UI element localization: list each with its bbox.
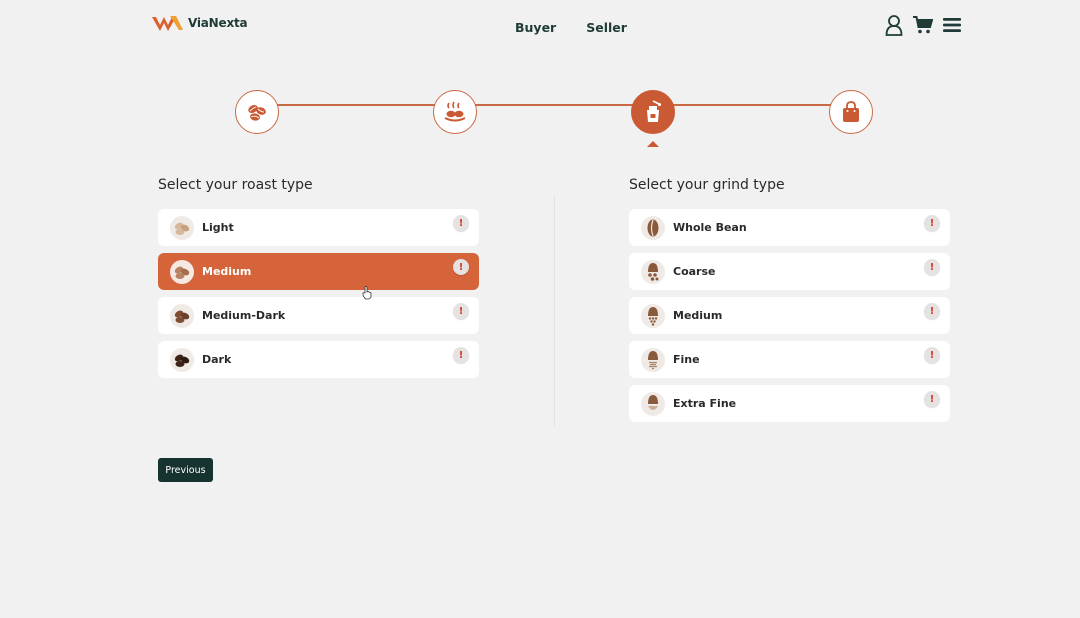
option-label: Whole Bean [673, 221, 747, 234]
info-icon[interactable]: ! [453, 347, 469, 363]
stepper-line [257, 104, 851, 106]
roast-option-dark[interactable]: Dark ! [158, 341, 479, 378]
grind-options: Whole Bean ! Coarse ! Medium ! Fine ! Ex… [629, 209, 950, 422]
brand-logo[interactable]: ViaNexta [152, 14, 248, 32]
grind-option-coarse[interactable]: Coarse ! [629, 253, 950, 290]
step-roast[interactable] [433, 90, 477, 134]
header-actions [885, 14, 961, 36]
grind-option-medium[interactable]: Medium ! [629, 297, 950, 334]
info-icon[interactable]: ! [924, 215, 940, 231]
cart-icon[interactable] [913, 16, 933, 34]
info-icon[interactable]: ! [453, 215, 469, 231]
info-icon[interactable]: ! [924, 259, 940, 275]
grinder-icon [647, 100, 661, 122]
dark-roast-icon [170, 347, 194, 372]
option-label: Medium [202, 265, 252, 278]
step-checkout[interactable] [829, 90, 873, 134]
medium-roast-icon [170, 259, 194, 284]
roast-option-medium[interactable]: Medium ! [158, 253, 479, 290]
medium-dark-roast-icon [170, 303, 194, 328]
info-icon[interactable]: ! [924, 347, 940, 363]
option-label: Dark [202, 353, 232, 366]
nav-seller[interactable]: Seller [586, 20, 627, 35]
brand-name: ViaNexta [188, 16, 248, 30]
light-roast-icon [170, 215, 194, 240]
column-divider [554, 196, 555, 426]
roast-option-medium-dark[interactable]: Medium-Dark ! [158, 297, 479, 334]
order-stepper [235, 90, 873, 150]
option-label: Medium-Dark [202, 309, 286, 322]
hand-cursor-icon [362, 286, 372, 300]
roasting-icon [444, 101, 466, 122]
roast-option-light[interactable]: Light ! [158, 209, 479, 246]
menu-icon[interactable] [943, 17, 961, 33]
info-icon[interactable]: ! [924, 303, 940, 319]
grind-option-fine[interactable]: Fine ! [629, 341, 950, 378]
previous-button[interactable]: Previous [158, 458, 213, 482]
grind-option-extra-fine[interactable]: Extra Fine ! [629, 385, 950, 422]
step-beans[interactable] [235, 90, 279, 134]
fine-grind-icon [641, 347, 665, 372]
option-label: Medium [673, 309, 723, 322]
roast-options: Light ! Medium ! Medium-Dark ! Dark ! [158, 209, 479, 378]
option-label: Fine [673, 353, 700, 366]
info-icon[interactable]: ! [453, 303, 469, 319]
roast-title: Select your roast type [158, 177, 313, 193]
step-grind[interactable] [631, 90, 675, 134]
coarse-grind-icon [641, 259, 665, 284]
whole-bean-icon [641, 215, 665, 240]
info-icon[interactable]: ! [924, 391, 940, 407]
grind-title: Select your grind type [629, 177, 785, 193]
nav-buyer[interactable]: Buyer [515, 20, 556, 35]
info-icon[interactable]: ! [453, 259, 469, 275]
user-icon[interactable] [885, 14, 903, 36]
option-label: Light [202, 221, 234, 234]
active-step-pointer [647, 141, 659, 147]
coffee-beans-icon [248, 105, 266, 121]
medium-grind-icon [641, 303, 665, 328]
top-nav: Buyer Seller [515, 20, 627, 35]
vianexta-logo-icon [152, 16, 183, 31]
grind-option-whole-bean[interactable]: Whole Bean ! [629, 209, 950, 246]
option-label: Extra Fine [673, 397, 737, 410]
extra-fine-grind-icon [641, 391, 665, 416]
option-label: Coarse [673, 265, 716, 278]
shopping-bag-icon [843, 101, 859, 122]
